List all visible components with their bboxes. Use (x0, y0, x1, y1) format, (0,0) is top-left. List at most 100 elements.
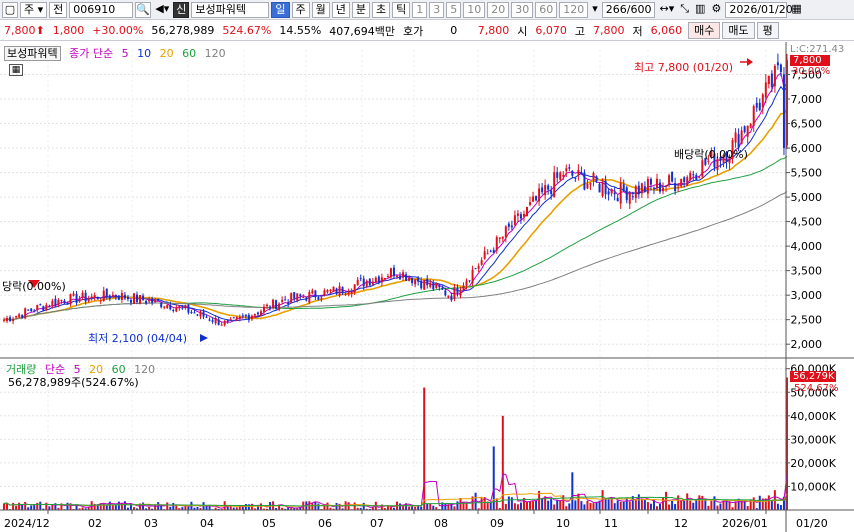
candle-body (396, 275, 398, 277)
volume-bar (589, 502, 592, 510)
time-tick-label: 01/20 (796, 517, 828, 530)
candle-body (353, 284, 356, 293)
candle-body (151, 298, 154, 303)
interval-30[interactable]: 30 (511, 1, 534, 18)
candle-body (767, 75, 770, 85)
stock-name-label[interactable]: 보성파워텍 (4, 46, 61, 61)
candle-body (175, 307, 178, 312)
candle-body (296, 293, 299, 301)
candle-body (374, 277, 377, 283)
candle-body (392, 267, 395, 277)
ma20-label: 20 (159, 47, 174, 60)
candle-body (459, 290, 462, 296)
window-icon[interactable]: ▢ (2, 1, 18, 18)
chart-svg[interactable]: 2,000 2,500 3,000 3,500 4,000 4,500 5,000 5,500… (0, 42, 854, 532)
prev-button[interactable]: 전 (49, 1, 68, 18)
candle-body (87, 298, 90, 302)
sound-icon[interactable]: ◀▾ (153, 2, 171, 18)
volume-bar (686, 493, 689, 510)
eval-button[interactable]: 평 (756, 22, 779, 39)
expand-icon[interactable]: ↔▾ (657, 2, 676, 18)
candle-body (290, 293, 293, 304)
candle-body (250, 315, 253, 320)
candle-body (33, 310, 36, 312)
volume-bar (746, 506, 749, 510)
credit-badge[interactable]: 신 (173, 1, 190, 18)
interval-120[interactable]: 120 (559, 1, 589, 18)
volume-bar (259, 503, 262, 510)
candle-body (559, 172, 562, 180)
candle-body (637, 185, 640, 195)
candle-body (338, 286, 341, 296)
dividend-annotation-right: 배당락(0.00%) (674, 148, 748, 161)
candle-body (368, 278, 371, 286)
candle-body (45, 304, 48, 311)
sell-button[interactable]: 매도 (722, 22, 755, 39)
candle-body (538, 188, 541, 202)
candle-body (12, 319, 15, 322)
volume-bar (556, 500, 559, 510)
period-tick[interactable]: 틱 (392, 1, 411, 18)
candle-body (510, 225, 513, 228)
price-tick-label: 6,500 (791, 118, 823, 131)
period-second[interactable]: 초 (372, 1, 391, 18)
interval-1[interactable]: 1 (412, 1, 428, 18)
candle-body (776, 62, 779, 66)
chart-area[interactable]: 2,000 2,500 3,000 3,500 4,000 4,500 5,000 5,500… (0, 42, 854, 532)
period-day[interactable]: 일 (271, 1, 290, 18)
volume-bar (529, 501, 532, 510)
volume-bar (628, 501, 631, 510)
candle-body (486, 253, 489, 255)
search-icon[interactable]: 🔍 (135, 1, 152, 18)
date-input[interactable]: 2026/01/20 (725, 1, 793, 18)
volume-bar (541, 498, 544, 510)
candle-body (99, 300, 102, 302)
candle-body (36, 304, 39, 311)
turnover-rate: 14.55% (279, 24, 322, 37)
volume-bar (39, 501, 42, 510)
candle-body (105, 288, 108, 297)
calendar-icon[interactable]: ▦ (789, 2, 803, 18)
candle-body (266, 304, 269, 307)
candle-body (740, 130, 743, 144)
period-week[interactable]: 주 (291, 1, 310, 18)
interval-dropdown[interactable]: ▾ (590, 2, 600, 18)
candle-body (208, 319, 211, 321)
price-legend: 보성파워텍 종가 단순 5 10 20 60 120 (4, 45, 231, 61)
candle-body (244, 314, 247, 317)
interval-3[interactable]: 3 (429, 1, 445, 18)
candle-body (139, 295, 142, 304)
buy-button[interactable]: 매수 (688, 22, 721, 39)
volume-bar (622, 501, 625, 510)
interval-10[interactable]: 10 (463, 1, 486, 18)
volume-bar (444, 503, 447, 510)
volume-bar (695, 500, 698, 510)
volume-bar (701, 495, 704, 510)
candle-body (414, 279, 417, 285)
candle-body (770, 73, 773, 88)
stock-name[interactable]: 보성파워텍 (191, 1, 270, 18)
period-minute[interactable]: 분 (351, 1, 370, 18)
price-tick-label: 2,500 (791, 314, 823, 327)
candle-body (129, 299, 132, 303)
zoom-icon[interactable]: ⤡ (678, 2, 691, 18)
candle-body (27, 309, 30, 311)
interval-5[interactable]: 5 (446, 1, 462, 18)
settings-icon[interactable]: ⚙ (709, 2, 723, 18)
candle-body (522, 213, 525, 217)
market-select[interactable]: 주 ▾ (20, 1, 48, 18)
candle-type-icon[interactable]: ▥ (693, 2, 707, 18)
interval-60[interactable]: 60 (535, 1, 558, 18)
grid-toggle-icon[interactable]: ▦ (9, 64, 23, 76)
candle-body (541, 187, 544, 193)
code-input[interactable]: 006910 (69, 1, 134, 18)
candle-body (595, 176, 598, 181)
candle-body (513, 215, 516, 225)
volume-bar (671, 500, 674, 510)
period-year[interactable]: 년 (331, 1, 350, 18)
period-month[interactable]: 월 (311, 1, 330, 18)
interval-20[interactable]: 20 (487, 1, 510, 18)
count-input[interactable]: 266/600 (601, 1, 656, 18)
candle-body (689, 172, 692, 181)
candle-body (643, 186, 646, 192)
